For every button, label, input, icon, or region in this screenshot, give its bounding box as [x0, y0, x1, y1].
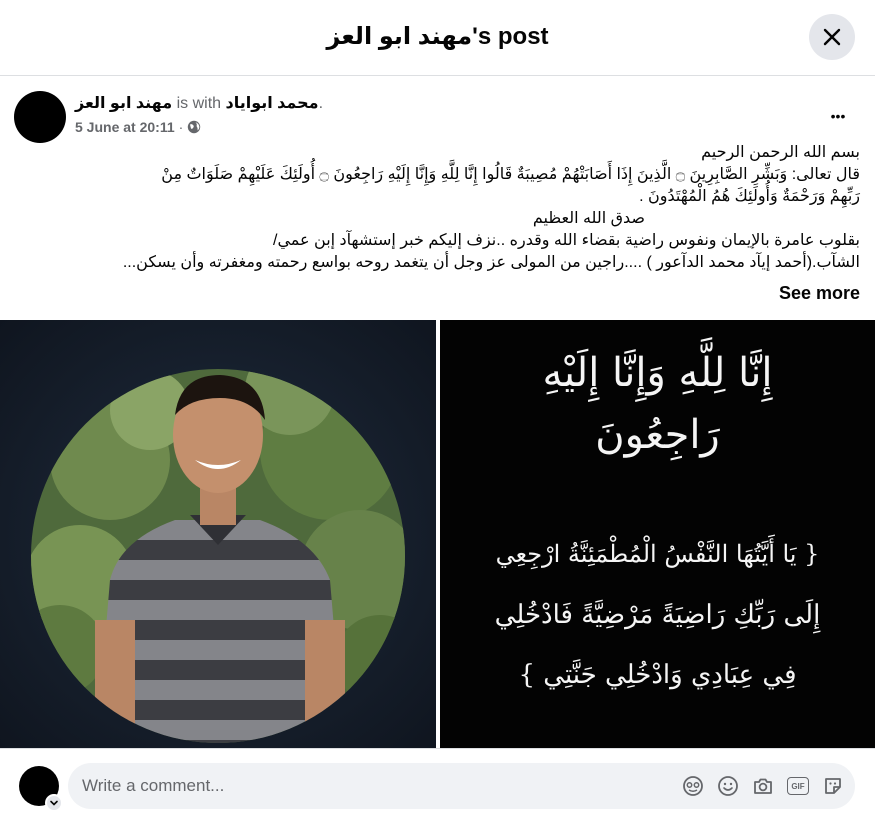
- more-options-icon: •••: [830, 108, 846, 124]
- avatar-sticker-button[interactable]: [681, 774, 705, 798]
- with-text: is with: [176, 95, 222, 112]
- card-line: فِي عِبَادِي وَادْخُلِي جَنَّتِي }: [518, 660, 797, 690]
- dialog-header: مهند ابو العز's post: [0, 0, 875, 76]
- post-meta: 5 June at 20:11 ·: [75, 119, 201, 135]
- comment-input[interactable]: [82, 763, 642, 809]
- camera-icon: [754, 778, 772, 794]
- post-media: إِنَّا لِلَّهِ وَإِنَّا إِلَيْهِ رَاجِعُ…: [0, 320, 875, 748]
- post-line: بسم الله الرحمن الرحيم: [701, 144, 860, 161]
- post-timestamp[interactable]: 5 June at 20:11: [75, 119, 175, 135]
- post-body: بسم الله الرحمن الرحيم قال تعالى: وَبَشِ…: [16, 142, 860, 274]
- card-line: إِنَّا لِلَّهِ وَإِنَّا إِلَيْهِ: [542, 350, 773, 396]
- portrait-illustration: [31, 369, 405, 743]
- post-line: بقلوب عامرة بالإيمان ونفوس راضية بقضاء ا…: [273, 232, 860, 249]
- author-avatar[interactable]: [14, 91, 66, 143]
- meta-separator: ·: [178, 119, 184, 135]
- account-switch-button[interactable]: [45, 794, 63, 812]
- sticker-icon: [825, 778, 841, 794]
- gif-button[interactable]: GIF: [786, 774, 810, 798]
- emoji-button[interactable]: [716, 774, 740, 798]
- post-line: رَبِّهِمْ وَرَحْمَةٌ وَأُولَئِكَ هُمُ ال…: [639, 188, 860, 205]
- close-button[interactable]: [809, 14, 855, 60]
- gif-label: GIF: [791, 781, 805, 791]
- camera-button[interactable]: [751, 774, 775, 798]
- condolence-card-image[interactable]: إِنَّا لِلَّهِ وَإِنَّا إِلَيْهِ رَاجِعُ…: [440, 320, 875, 748]
- portrait-photo[interactable]: [0, 320, 436, 748]
- see-more-link[interactable]: See more: [779, 283, 860, 304]
- post-author-line: مهند ابو العز is with محمد ابواياد.: [75, 93, 323, 113]
- author-name-link[interactable]: مهند ابو العز: [75, 95, 172, 112]
- close-icon: [823, 28, 841, 46]
- card-line: إِلَى رَبِّكِ رَاضِيَةً مَرْضِيَّةً فَاد…: [494, 600, 821, 630]
- comment-box: GIF: [68, 763, 855, 809]
- tagged-user-link[interactable]: محمد ابواياد: [226, 95, 319, 112]
- sticker-button[interactable]: [821, 774, 845, 798]
- chevron-down-icon: [50, 800, 58, 806]
- post-line: الشآب.(أحمد إيآد محمد الدآعور ) ....راجي…: [122, 254, 860, 271]
- dialog-title: مهند ابو العز's post: [326, 23, 549, 50]
- post-line: قال تعالى: وَبَشِّرِ الصَّابِرِينَ ۝ الَ…: [161, 166, 860, 183]
- card-line: { يَا أَيَّتُهَا النَّفْسُ الْمُطْمَئِنَ…: [495, 540, 820, 568]
- globe-icon[interactable]: [187, 120, 201, 134]
- gif-icon: GIF: [787, 777, 809, 795]
- tagged-suffix: .: [318, 95, 324, 112]
- emoji-icon: [718, 776, 738, 796]
- avatar-sticker-icon: [683, 776, 703, 796]
- card-line: رَاجِعُونَ: [595, 412, 720, 458]
- post-line: صدق الله العظيم: [532, 210, 645, 227]
- more-options-button[interactable]: •••: [822, 100, 854, 132]
